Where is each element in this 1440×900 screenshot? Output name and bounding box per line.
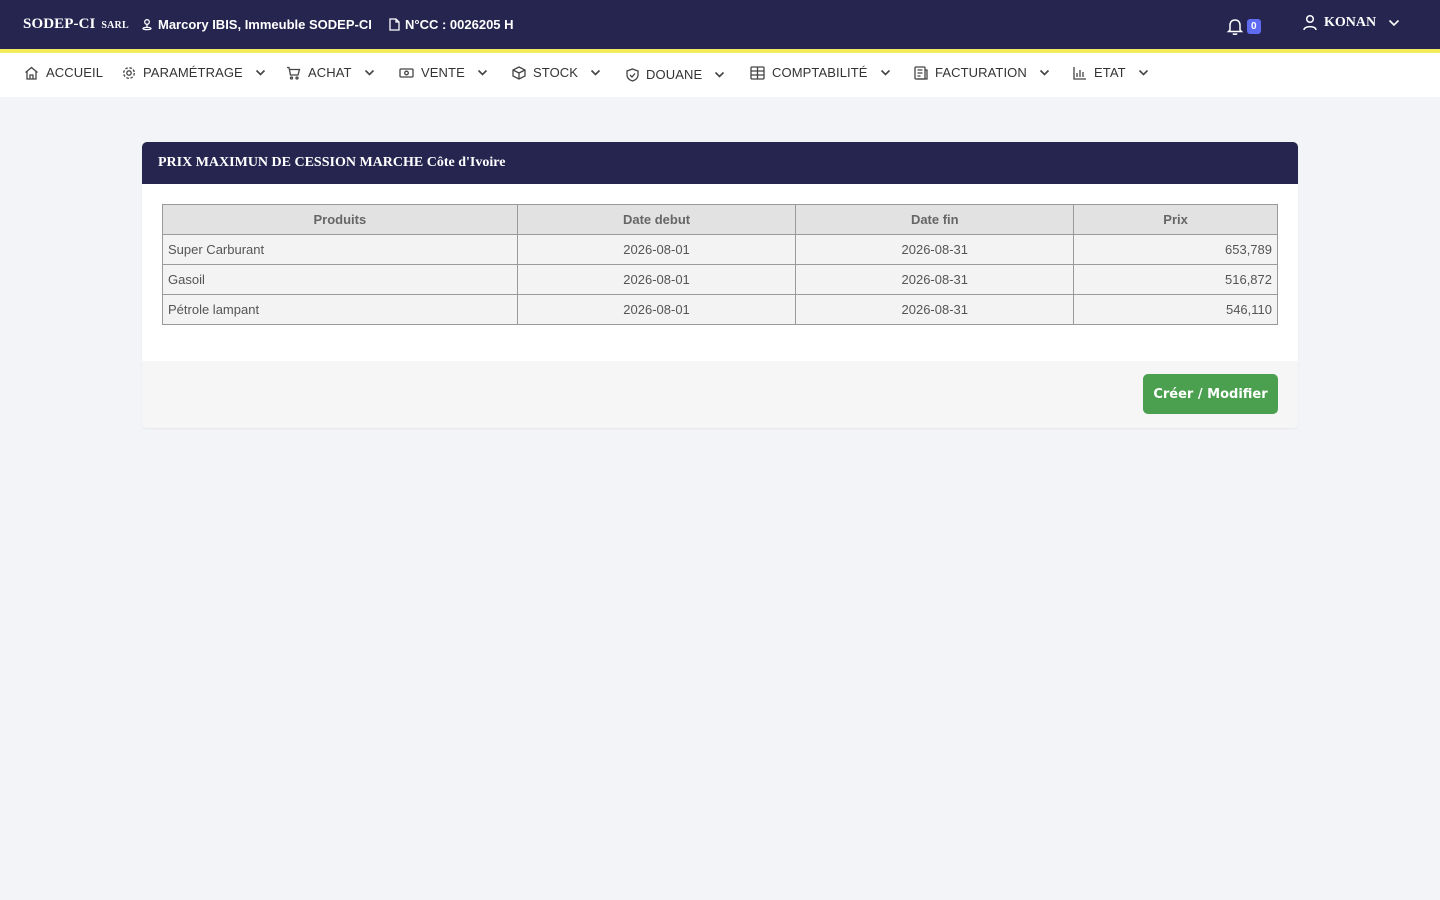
bell-icon xyxy=(1226,17,1244,36)
invoice-icon xyxy=(914,65,928,80)
column-header-produits[interactable]: Produits xyxy=(162,204,518,235)
nav-label: PARAMÉTRAGE xyxy=(143,65,243,80)
brand-logo[interactable]: SODEP-CI SARL xyxy=(23,16,129,33)
location-pin-icon xyxy=(141,18,153,31)
document-icon xyxy=(389,18,400,31)
chevron-down-icon xyxy=(1138,69,1149,76)
cell-end-date: 2026-08-31 xyxy=(795,294,1075,325)
cell-price: 516,872 xyxy=(1073,264,1278,295)
card-body: Produits Date debut Date fin Prix Super … xyxy=(142,184,1298,361)
shield-icon xyxy=(626,67,639,82)
top-bar: SODEP-CI SARL Marcory IBIS, Immeuble SOD… xyxy=(0,0,1440,50)
nav-item-parametrage[interactable]: PARAMÉTRAGE xyxy=(122,65,266,80)
nav-item-stock[interactable]: STOCK xyxy=(512,65,601,80)
nav-item-etat[interactable]: ETAT xyxy=(1073,65,1149,80)
nav-label: COMPTABILITÉ xyxy=(772,65,868,80)
table-row[interactable]: Super Carburant 2026-08-01 2026-08-31 65… xyxy=(162,234,1278,265)
ledger-icon xyxy=(750,65,765,80)
nav-label: DOUANE xyxy=(646,67,703,82)
notification-badge: 0 xyxy=(1247,18,1261,34)
ncc-text: N°CC : 0026205 H xyxy=(405,17,514,32)
table-row[interactable]: Gasoil 2026-08-01 2026-08-31 516,872 xyxy=(162,264,1278,295)
chevron-down-icon xyxy=(590,69,601,76)
column-header-date-fin[interactable]: Date fin xyxy=(795,204,1075,235)
cell-product: Pétrole lampant xyxy=(162,294,518,325)
chevron-down-icon xyxy=(880,69,891,76)
gear-icon xyxy=(122,66,136,80)
nav-label: VENTE xyxy=(421,65,465,80)
cell-end-date: 2026-08-31 xyxy=(795,234,1075,265)
column-header-prix[interactable]: Prix xyxy=(1073,204,1278,235)
address-text: Marcory IBIS, Immeuble SODEP-CI xyxy=(158,17,372,32)
nav-label: FACTURATION xyxy=(935,65,1027,80)
brand-suffix: SARL xyxy=(101,20,129,31)
company-ncc: N°CC : 0026205 H xyxy=(389,17,514,32)
notifications-button[interactable]: 0 xyxy=(1226,16,1266,36)
chevron-down-icon xyxy=(477,69,488,76)
chart-icon xyxy=(1073,66,1087,80)
user-menu[interactable]: KONAN xyxy=(1302,14,1400,31)
card-footer: Créer / Modifier xyxy=(142,361,1298,428)
cell-price: 653,789 xyxy=(1073,234,1278,265)
cell-price: 546,110 xyxy=(1073,294,1278,325)
cell-start-date: 2026-08-01 xyxy=(516,264,797,295)
price-card: PRIX MAXIMUN DE CESSION MARCHE Côte d'Iv… xyxy=(142,142,1298,428)
nav-item-achat[interactable]: ACHAT xyxy=(286,65,375,80)
user-icon xyxy=(1302,14,1318,31)
column-header-date-debut[interactable]: Date debut xyxy=(516,204,797,235)
nav-item-douane[interactable]: DOUANE xyxy=(626,67,725,82)
chevron-down-icon xyxy=(714,71,725,78)
user-name: KONAN xyxy=(1324,14,1377,30)
nav-label: ACHAT xyxy=(308,65,352,80)
nav-item-facturation[interactable]: FACTURATION xyxy=(914,65,1050,80)
create-modify-button[interactable]: Créer / Modifier xyxy=(1143,374,1278,414)
brand-name: SODEP-CI xyxy=(23,16,96,32)
chevron-down-icon xyxy=(1039,69,1050,76)
table-row[interactable]: Pétrole lampant 2026-08-01 2026-08-31 54… xyxy=(162,294,1278,325)
nav-item-accueil[interactable]: ACCUEIL xyxy=(24,65,103,80)
money-icon xyxy=(399,67,414,79)
cell-end-date: 2026-08-31 xyxy=(795,264,1075,295)
company-address: Marcory IBIS, Immeuble SODEP-CI xyxy=(141,17,372,32)
nav-label: STOCK xyxy=(533,65,579,80)
price-table: Produits Date debut Date fin Prix Super … xyxy=(162,204,1278,325)
cart-icon xyxy=(286,66,301,80)
chevron-down-icon xyxy=(255,69,266,76)
nav-item-vente[interactable]: VENTE xyxy=(399,65,488,80)
cell-product: Super Carburant xyxy=(162,234,518,265)
cell-start-date: 2026-08-01 xyxy=(516,234,797,265)
box-icon xyxy=(512,65,526,80)
main-nav: ACCUEIL PARAMÉTRAGE ACHAT VENTE STOCK DO… xyxy=(0,53,1440,97)
card-title: PRIX MAXIMUN DE CESSION MARCHE Côte d'Iv… xyxy=(142,142,1298,184)
nav-item-comptabilite[interactable]: COMPTABILITÉ xyxy=(750,65,891,80)
cell-start-date: 2026-08-01 xyxy=(516,294,797,325)
table-header-row: Produits Date debut Date fin Prix xyxy=(162,204,1278,235)
chevron-down-icon xyxy=(364,69,375,76)
home-icon xyxy=(24,66,39,80)
cell-product: Gasoil xyxy=(162,264,518,295)
nav-label: ETAT xyxy=(1094,65,1126,80)
nav-label: ACCUEIL xyxy=(46,65,104,80)
chevron-down-icon xyxy=(1388,19,1400,27)
